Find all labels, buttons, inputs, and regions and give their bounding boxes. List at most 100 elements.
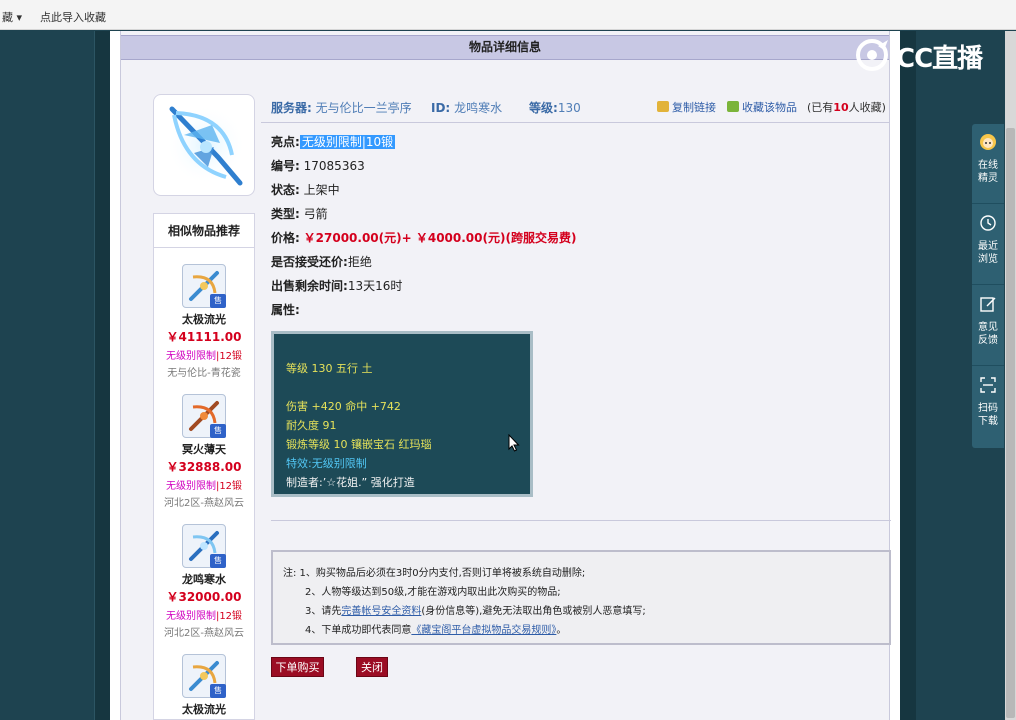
fav-count-suffix: 人收藏) [848, 101, 886, 114]
price-label: 价格: [271, 231, 300, 245]
online-assistant-button[interactable]: 在线精灵 [972, 124, 1004, 204]
similar-item-name[interactable]: 太极流光 [154, 701, 254, 717]
number-value: 17085363 [303, 159, 365, 173]
similar-item-server: 河北2区-燕赵风云 [164, 498, 244, 509]
remaining-time-label: 出售剩余时间: [271, 279, 348, 293]
tag-num: |12锻 [215, 611, 243, 622]
recent-browse-label: 最近浏览 [978, 241, 998, 265]
favorite-count: (已有10人收藏) [807, 99, 886, 115]
account-security-link[interactable]: 完善帐号安全资料 [341, 606, 421, 617]
feedback-button[interactable]: 意见反馈 [972, 286, 1004, 366]
counter-offer-value: 拒绝 [347, 255, 372, 269]
import-favorites-link[interactable]: 点此导入收藏 [40, 9, 106, 25]
counter-offer-label: 是否接受还价: [271, 255, 348, 269]
note-line-1: 注: 1、购买物品后必须在3时0分内支付,否则订单将被系统自动删除; [283, 568, 586, 579]
item-detail-page: 物品详细信息 相似物品推荐 售 太极流光 ￥41111.00 无级别限制|12锻… [110, 31, 900, 720]
server-value: 无与伦比一兰亭序 [315, 101, 412, 115]
highlight-value: 无级别限制|10锻 [299, 135, 396, 149]
sell-badge: 售 [210, 684, 226, 698]
close-button[interactable]: 关闭 [356, 657, 388, 677]
left-frame [94, 31, 110, 720]
cc-logo-icon [856, 39, 888, 71]
page-title: 物品详细信息 [121, 35, 889, 60]
fav-count-prefix: (已有 [807, 101, 834, 114]
similar-items-title: 相似物品推荐 [154, 214, 254, 248]
similar-item-tag: 无级别限制|12锻 [154, 607, 254, 622]
note-3-prefix: 3、请先 [305, 606, 342, 617]
note-line-3: 3、请先完善帐号安全资料(身份信息等),避免无法取出角色或被别人恶意填写; [305, 602, 646, 617]
sell-badge: 售 [210, 294, 226, 308]
divider [271, 520, 891, 521]
online-assistant-label: 在线精灵 [978, 160, 998, 184]
similar-item-icon[interactable]: 售 [182, 394, 226, 438]
role-id-info: ID: 龙鸣寒水 [431, 99, 502, 116]
similar-item-tag: 无级别限制|12锻 [154, 477, 254, 492]
similar-item-server: 无与伦比-青花瓷 [167, 368, 241, 379]
attr-level-element: 等级 130 五行 土 [286, 362, 373, 375]
similar-item[interactable]: 售 冥火薄天 ￥32888.00 无级别限制|12锻 河北2区-燕赵风云 [154, 394, 254, 509]
edit-icon [980, 297, 996, 312]
favorite-icon [727, 101, 739, 112]
attributes-box: 等级 130 五行 土 伤害 +420 命中 +742 耐久度 91 锻炼等级 … [271, 331, 533, 497]
similar-item-price: ￥41111.00 [166, 330, 242, 344]
similar-item-name[interactable]: 太极流光 [154, 311, 254, 327]
sell-badge: 售 [210, 554, 226, 568]
id-value: 龙鸣寒水 [454, 101, 503, 115]
attr-damage-hit: 伤害 +420 命中 +742 [286, 400, 401, 413]
favorite-item-button[interactable]: 收藏该物品 [727, 99, 797, 115]
page-inner: 物品详细信息 相似物品推荐 售 太极流光 ￥41111.00 无级别限制|12锻… [120, 31, 891, 720]
similar-item-server: 河北2区-燕赵风云 [164, 628, 244, 639]
tag-num: |12锻 [215, 351, 243, 362]
server-label: 服务器: [271, 101, 312, 115]
place-order-button[interactable]: 下单购买 [271, 657, 324, 677]
type-value: 弓箭 [303, 207, 328, 221]
favorites-bar: 藏 ▾ 点此导入收藏 [0, 0, 1016, 30]
recent-browse-button[interactable]: 最近浏览 [972, 205, 1004, 285]
id-label: ID: [431, 101, 451, 115]
level-info: 等级:130 [529, 99, 581, 116]
similar-item-name[interactable]: 龙鸣寒水 [154, 571, 254, 587]
tag-text: 无级别限制 [165, 481, 216, 492]
scan-icon [980, 377, 996, 393]
number-label: 编号: [271, 159, 300, 173]
cc-logo-text: CC直播 [896, 44, 983, 74]
attr-special-effect: 特效:无级别限制 [286, 457, 367, 470]
status-row: 状态: 上架中 [271, 181, 340, 198]
scan-download-button[interactable]: 扫码下载 [972, 367, 1004, 447]
attributes-row: 属性: [271, 301, 300, 318]
similar-item[interactable]: 售 太极流光 ￥41111.00 无级别限制|12锻 无与伦比-青花瓷 [154, 264, 254, 379]
level-value: 130 [557, 101, 581, 115]
similar-item-icon[interactable]: 售 [182, 654, 226, 698]
note-line-4: 4、下单成功即代表同意《藏宝阁平台虚拟物品交易规则》。 [305, 621, 566, 636]
feedback-label: 意见反馈 [978, 322, 998, 346]
number-row: 编号: 17085363 [271, 157, 365, 174]
attr-maker: 制造者:’☆花姐.” 强化打造 [286, 476, 415, 489]
similar-item-price: ￥32000.00 [166, 590, 242, 604]
tag-text: 无级别限制 [165, 611, 216, 622]
attr-durability: 耐久度 91 [286, 419, 337, 432]
bow-icon [166, 105, 246, 186]
fav-count-number: 10 [833, 101, 849, 114]
copy-link-button[interactable]: 复制链接 [657, 99, 716, 115]
note-3-suffix: (身份信息等),避免无法取出角色或被别人恶意填写; [421, 606, 646, 617]
type-row: 类型: 弓箭 [271, 205, 328, 222]
similar-item-icon[interactable]: 售 [182, 524, 226, 568]
favorites-menu[interactable]: 藏 ▾ [2, 9, 22, 25]
scrollbar-thumb[interactable] [1006, 128, 1015, 718]
note-4-suffix: 。 [556, 625, 567, 636]
counter-offer-row: 是否接受还价:拒绝 [271, 253, 372, 270]
similar-item[interactable]: 售 龙鸣寒水 ￥32000.00 无级别限制|12锻 河北2区-燕赵风云 [154, 524, 254, 639]
sell-badge: 售 [210, 424, 226, 438]
trading-rules-link[interactable]: 《藏宝阁平台虚拟物品交易规则》 [411, 625, 556, 636]
similar-item[interactable]: 售 太极流光 [154, 654, 254, 717]
note-line-2: 2、人物等级达到50级,才能在游戏内取出此次购买的物品; [305, 587, 561, 598]
server-info: 服务器: 无与伦比一兰亭序 [271, 99, 412, 116]
item-image [153, 94, 255, 196]
tag-num: |12锻 [215, 481, 243, 492]
similar-item-name[interactable]: 冥火薄天 [154, 441, 254, 457]
highlight-label: 亮点: [271, 135, 300, 149]
right-frame [900, 31, 916, 720]
similar-item-icon[interactable]: 售 [182, 264, 226, 308]
highlight-row: 亮点: 无级别限制|10锻 [271, 133, 396, 150]
clock-icon [980, 215, 996, 231]
